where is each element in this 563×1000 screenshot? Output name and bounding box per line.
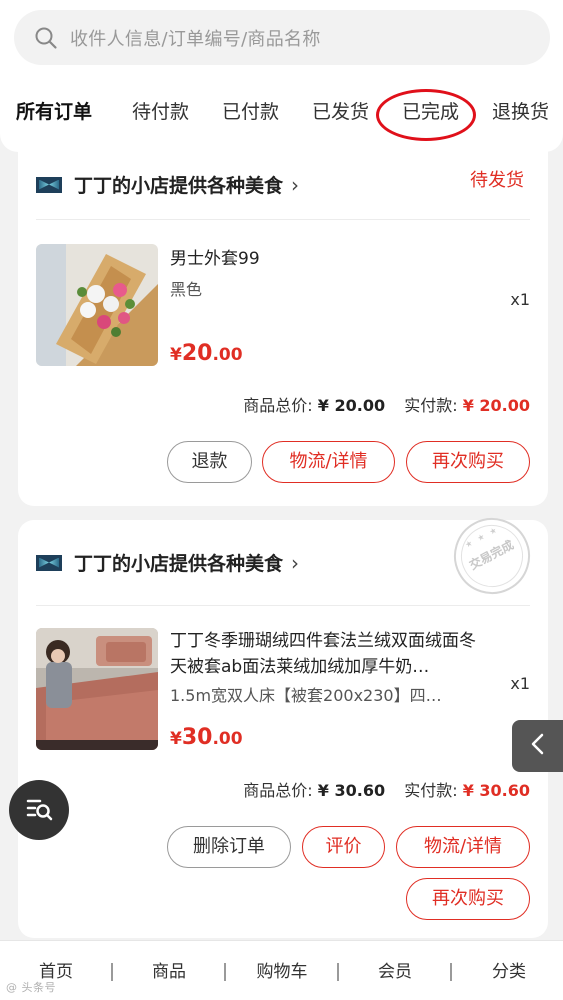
watermark: @ 头条号 [6,981,56,994]
shop-logo-icon [36,176,62,193]
tab-paid[interactable]: 已付款 [222,82,279,142]
header: 收件人信息/订单编号/商品名称 所有订单 待付款 已付款 已发货 已完成 退换货 [0,0,563,152]
product-image-flowers[interactable] [36,244,158,366]
nav-divider [224,963,226,981]
product-item[interactable]: 丁丁冬季珊瑚绒四件套法兰绒双面绒面冬天被套ab面法莱绒加绒加厚牛奶… 1.5m宽… [36,628,530,750]
logistics-details-button[interactable]: 物流/详情 [262,441,395,483]
stamp-text: 交易完成 [467,537,517,573]
order-tabs: 所有订单 待付款 已付款 已发货 已完成 退换货 [0,82,563,142]
price-integer: 30 [181,725,213,750]
product-item[interactable]: 男士外套99 黑色 x1 ¥20.00 [36,244,530,366]
total-price-label: 商品总价: [243,396,313,415]
search-input[interactable]: 收件人信息/订单编号/商品名称 [70,25,321,51]
price-decimal: .00 [212,729,243,749]
order-status: 待发货 [470,170,524,191]
tab-shipped[interactable]: 已发货 [312,82,369,142]
total-price-value: ¥ 30.60 [317,781,386,800]
paid-amount-value: ¥ 30.60 [462,781,530,800]
price-currency: ¥ [170,729,182,749]
product-price: ¥30.00 [170,725,243,750]
shop-name: 丁丁的小店提供各种美食 [74,175,284,197]
product-title: 男士外套99 [170,249,260,269]
total-price-value: ¥ 20.00 [317,396,386,415]
product-image-bedding[interactable] [36,628,158,750]
nav-products[interactable]: 商品 [134,941,204,1000]
chevron-left-icon [528,732,548,760]
search-icon [34,26,58,50]
price-currency: ¥ [170,345,182,365]
product-title: 丁丁冬季珊瑚绒四件套法兰绒双面绒面冬天被套ab面法莱绒加绒加厚牛奶… [170,631,476,677]
order-summary: 商品总价: ¥ 20.00 实付款: ¥ 20.00 [243,392,530,416]
price-decimal: .00 [212,345,243,365]
nav-category[interactable]: 分类 [474,941,544,1000]
order-summary: 商品总价: ¥ 30.60 实付款: ¥ 30.60 [243,777,530,801]
bottom-nav: 首页 商品 购物车 会员 分类 [0,940,563,1000]
tab-completed[interactable]: 已完成 [402,82,459,142]
paid-amount-value: ¥ 20.00 [462,396,530,415]
nav-cart[interactable]: 购物车 [247,941,317,1000]
side-back-button[interactable] [512,720,563,772]
product-quantity: x1 [510,674,530,693]
tab-returns[interactable]: 退换货 [492,82,549,142]
shop-name: 丁丁的小店提供各种美食 [74,553,284,575]
paid-amount-label: 实付款: [404,781,458,800]
order-card: 丁丁的小店提供各种美食 › ★ ★ ★ 交易完成 丁丁冬季珊瑚绒四件套法兰绒双面… [18,504,548,938]
product-price: ¥20.00 [170,341,243,366]
product-spec: 黑色 [170,280,203,299]
paid-amount-label: 实付款: [404,396,458,415]
product-quantity: x1 [510,290,530,309]
chevron-right-icon: › [291,172,300,197]
chevron-right-icon: › [291,550,300,575]
product-spec: 1.5m宽双人床【被套200x230】四… [170,686,442,705]
search-bar[interactable]: 收件人信息/订单编号/商品名称 [14,10,550,65]
search-filter-fab[interactable] [9,780,69,840]
tab-pending-payment[interactable]: 待付款 [132,82,189,142]
nav-divider [450,963,452,981]
review-button[interactable]: 评价 [302,826,385,868]
refund-button[interactable]: 退款 [167,441,252,483]
nav-divider [111,963,113,981]
list-search-icon [24,793,54,827]
tab-all-orders[interactable]: 所有订单 [16,82,92,142]
order-card: 丁丁的小店提供各种美食 › 待发货 男士外套99 黑色 x1 ¥20.00 商品… [18,130,548,506]
logistics-details-button[interactable]: 物流/详情 [396,826,530,868]
delete-order-button[interactable]: 删除订单 [167,826,291,868]
nav-member[interactable]: 会员 [360,941,430,1000]
buy-again-button[interactable]: 再次购买 [406,441,530,483]
shop-logo-icon [36,554,62,571]
nav-divider [337,963,339,981]
price-integer: 20 [181,341,213,366]
buy-again-button[interactable]: 再次购买 [406,878,530,920]
total-price-label: 商品总价: [243,781,313,800]
